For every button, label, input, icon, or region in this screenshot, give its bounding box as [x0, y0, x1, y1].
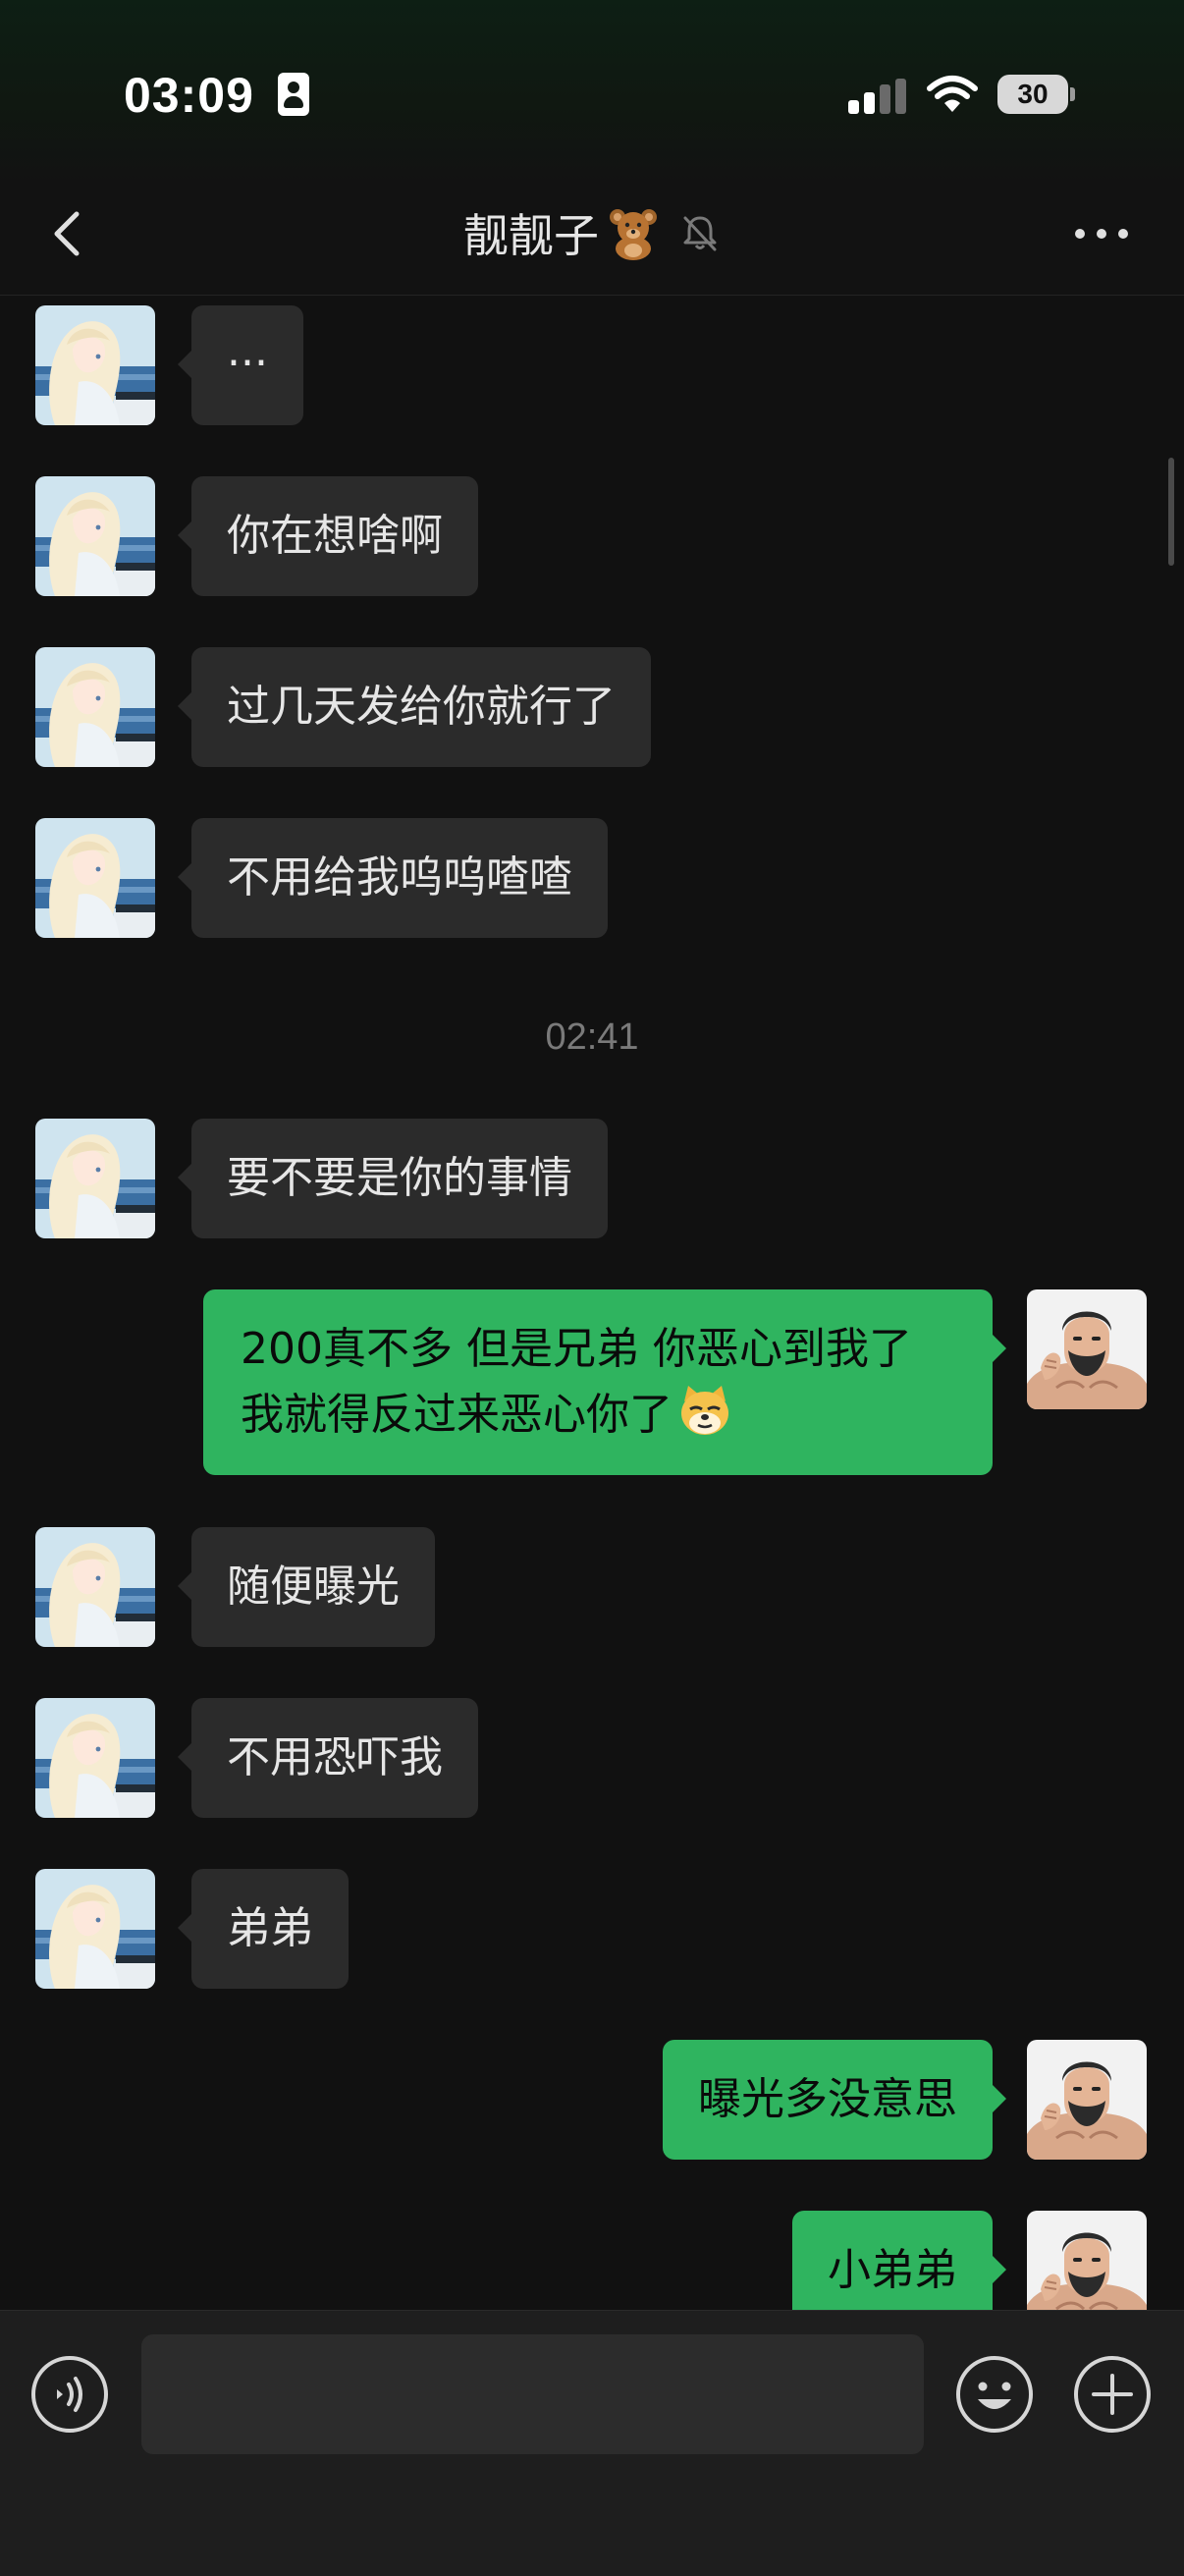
message-row-outgoing: 200真不多 但是兄弟 你恶心到我了 我就得反过来恶心你了 [0, 1289, 1184, 1478]
message-row-incoming: 要不要是你的事情 [0, 1119, 1184, 1238]
message-row-incoming: ... [0, 305, 1184, 425]
chat-title: 靓靓子 [463, 209, 599, 262]
chat-message-list[interactable]: ... 你在想啥啊 过几天发给你就行了 不用给我呜呜喳喳 02:41 要不要是你… [0, 296, 1184, 2310]
voice-icon[interactable] [29, 2354, 110, 2435]
contact-avatar[interactable] [35, 1119, 155, 1238]
contact-avatar[interactable] [35, 305, 155, 425]
battery-icon: 30 [997, 75, 1075, 114]
message-row-incoming: 随便曝光 [0, 1527, 1184, 1647]
id-card-icon [278, 73, 309, 116]
battery-level: 30 [1017, 79, 1049, 109]
message-row-incoming: 弟弟 [0, 1869, 1184, 1989]
message-input-bar [0, 2310, 1184, 2576]
plus-icon[interactable] [1072, 2354, 1153, 2435]
message-row-outgoing: 曝光多没意思 [0, 2040, 1184, 2160]
chat-title-group: 靓靓子 [0, 198, 1184, 267]
teddy-bear-icon [610, 209, 657, 260]
message-input[interactable] [141, 2334, 924, 2454]
message-bubble-incoming[interactable]: 过几天发给你就行了 [178, 647, 651, 767]
message-row-incoming: 不用恐吓我 [0, 1698, 1184, 1818]
emoji-face-icon[interactable] [954, 2354, 1035, 2435]
contact-avatar[interactable] [35, 1698, 155, 1818]
message-timestamp: 02:41 [545, 1016, 639, 1058]
message-bubble-outgoing[interactable]: 200真不多 但是兄弟 你恶心到我了 我就得反过来恶心你了 [203, 1289, 1006, 1475]
signal-icon [848, 79, 907, 114]
message-row-incoming: 你在想啥啊 [0, 476, 1184, 596]
message-row-incoming: 过几天发给你就行了 [0, 647, 1184, 767]
message-bubble-incoming[interactable]: 弟弟 [178, 1869, 349, 1989]
contact-avatar[interactable] [35, 1527, 155, 1647]
message-bubble-incoming[interactable]: 不用给我呜呜喳喳 [178, 818, 608, 938]
contact-avatar[interactable] [35, 1869, 155, 1989]
doge-cat-emoji-icon [681, 1386, 728, 1435]
message-bubble-incoming[interactable]: 要不要是你的事情 [178, 1119, 608, 1238]
status-bar: 03:09 30 [0, 0, 1184, 187]
more-dots-icon[interactable] [1070, 212, 1133, 255]
status-time: 03:09 [124, 68, 254, 123]
contact-avatar[interactable] [35, 647, 155, 767]
message-bubble-incoming[interactable]: 不用恐吓我 [178, 1698, 478, 1818]
message-bubble-incoming[interactable]: 你在想啥啊 [178, 476, 478, 596]
wifi-icon [927, 76, 978, 112]
message-bubble-incoming[interactable]: 随便曝光 [178, 1527, 435, 1647]
chat-header: 靓靓子 [0, 187, 1184, 296]
my-avatar[interactable] [1027, 2211, 1147, 2310]
contact-avatar[interactable] [35, 476, 155, 596]
contact-avatar[interactable] [35, 818, 155, 938]
message-bubble-outgoing[interactable]: 曝光多没意思 [663, 2040, 1006, 2160]
message-bubble-outgoing[interactable]: 小弟弟 [792, 2211, 1006, 2310]
message-row-incoming: 不用给我呜呜喳喳 [0, 818, 1184, 938]
my-avatar[interactable] [1027, 1289, 1147, 1409]
message-row-outgoing: 小弟弟 [0, 2211, 1184, 2310]
message-bubble-incoming[interactable]: ... [178, 305, 303, 425]
message-text: 200真不多 但是兄弟 你恶心到我了 我就得反过来恶心你了 [241, 1324, 912, 1440]
bell-muted-icon [683, 216, 717, 251]
my-avatar[interactable] [1027, 2040, 1147, 2160]
